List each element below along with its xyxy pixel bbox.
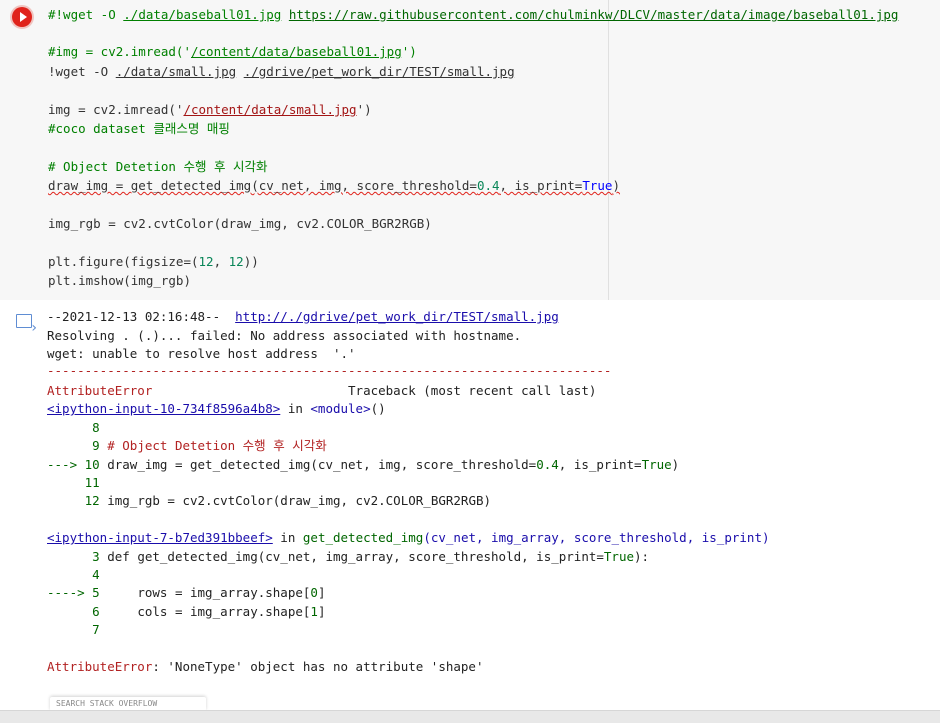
line-number: 8 xyxy=(47,420,100,435)
output-keyword: True xyxy=(603,549,635,564)
code-text: draw_img = get_detected_img(cv_net, img,… xyxy=(48,178,477,193)
code-path: ./data/small.jpg xyxy=(115,64,237,79)
code-cell: #!wget -O ./data/baseball01.jpg https://… xyxy=(0,0,940,300)
run-cell-icon[interactable] xyxy=(12,7,32,27)
output-text: ] xyxy=(317,585,326,600)
line-number: 6 xyxy=(47,604,100,619)
code-comment-line: #coco dataset 클래스명 매핑 xyxy=(48,121,230,136)
output-text: rows = img_array.shape[ xyxy=(99,585,311,600)
output-text: ] xyxy=(317,604,326,619)
output-text: def get_detected_img(cv_net, img_array, … xyxy=(99,549,604,564)
current-line-arrow: ---> 10 xyxy=(47,457,100,472)
code-line: plt.imshow(img_rgb) xyxy=(48,273,191,288)
code-text: )) xyxy=(243,254,259,269)
output-text: draw_img = get_detected_img(cv_net, img,… xyxy=(99,457,537,472)
output-line: Resolving . (.)... failed: No address as… xyxy=(47,328,522,343)
output-line: 12 img_rgb = cv2.cvtColor(draw_img, cv2.… xyxy=(47,492,491,510)
code-comment: #img = cv2.imread(' xyxy=(48,44,191,59)
output-comment: # Object Detetion 수행 후 시각화 xyxy=(99,438,327,453)
code-text: , xyxy=(213,254,229,269)
traceback-label: Traceback (most recent call last) xyxy=(152,383,597,398)
output-number: 1 xyxy=(310,604,318,619)
code-text: !wget -O xyxy=(48,64,116,79)
line-number: 11 xyxy=(47,475,100,490)
output-line: 3 def get_detected_img(cv_net, img_array… xyxy=(47,548,649,566)
code-text: img = cv2.imread(' xyxy=(48,102,184,117)
frame-args: (cv_net, img_array, score_threshold, is_… xyxy=(423,530,770,545)
output-text: img_rgb = cv2.cvtColor(draw_img, cv2.COL… xyxy=(99,493,492,508)
output-text: () xyxy=(370,401,386,416)
output-line: 9 # Object Detetion 수행 후 시각화 xyxy=(47,437,327,455)
code-number: 12 xyxy=(198,254,214,269)
output-keyword: True xyxy=(641,457,672,472)
code-text: ) xyxy=(612,178,620,193)
output-number: 0 xyxy=(310,585,318,600)
frame-module: <module> xyxy=(310,401,371,416)
traceback-frame: <ipython-input-7-b7ed391bbeef> in get_de… xyxy=(47,529,770,547)
line-number: 7 xyxy=(47,622,100,637)
code-line: !wget -O ./data/small.jpg ./gdrive/pet_w… xyxy=(48,63,515,81)
code-path: ./data/baseball01.jpg xyxy=(123,7,282,22)
error-name: AttributeError xyxy=(47,383,153,398)
code-text: plt.figure(figsize=( xyxy=(48,254,199,269)
code-path: ./gdrive/pet_work_dir/TEST/small.jpg xyxy=(243,64,515,79)
code-text: , is_print= xyxy=(499,178,583,193)
code-line-error: draw_img = get_detected_img(cv_net, img,… xyxy=(48,177,620,195)
error-name: AttributeError xyxy=(47,659,153,674)
output-number: 0.4 xyxy=(536,457,559,472)
code-line: #img = cv2.imread('/content/data/basebal… xyxy=(48,43,417,61)
code-comment-line: # Object Detetion 수행 후 시각화 xyxy=(48,159,268,174)
code-line: plt.figure(figsize=(12, 12)) xyxy=(48,253,259,271)
code-number: 0.4 xyxy=(476,178,500,193)
frame-file-link[interactable]: <ipython-input-7-b7ed391bbeef> xyxy=(47,530,273,545)
code-line: img = cv2.imread('/content/data/small.jp… xyxy=(48,101,372,119)
current-line-arrow: ----> 5 xyxy=(47,585,100,600)
output-line: 6 cols = img_array.shape[1] xyxy=(47,603,325,621)
line-number: 9 xyxy=(47,438,100,453)
line-number: 4 xyxy=(47,567,100,582)
code-comment: #!wget -O xyxy=(48,7,124,22)
output-text: , is_print= xyxy=(558,457,642,472)
output-line: --2021-12-13 02:16:48-- http://./gdrive/… xyxy=(47,308,559,326)
line-number: 3 xyxy=(47,549,100,564)
error-message: : 'NoneType' object has no attribute 'sh… xyxy=(152,659,484,674)
output-text: ): xyxy=(634,549,650,564)
code-path: /content/data/baseball01.jpg xyxy=(191,44,402,59)
output-line-current: ----> 5 rows = img_array.shape[0] xyxy=(47,584,325,602)
output-redirect-icon[interactable] xyxy=(16,314,37,336)
final-error-line: AttributeError: 'NoneType' object has no… xyxy=(47,658,484,676)
code-number: 12 xyxy=(228,254,244,269)
frame-function: get_detected_img xyxy=(302,530,424,545)
output-line-current: ---> 10 draw_img = get_detected_img(cv_n… xyxy=(47,456,679,474)
code-line: img_rgb = cv2.cvtColor(draw_img, cv2.COL… xyxy=(48,216,432,231)
output-line: wget: unable to resolve host address '.' xyxy=(47,346,356,361)
code-line: #!wget -O ./data/baseball01.jpg https://… xyxy=(48,6,898,24)
code-comment: ') xyxy=(401,44,417,59)
search-stack-overflow-button[interactable]: SEARCH STACK OVERFLOW xyxy=(50,697,206,711)
output-text: in xyxy=(280,401,311,416)
traceback-frame: <ipython-input-10-734f8596a4b8> in <modu… xyxy=(47,400,386,418)
output-link[interactable]: http://./gdrive/pet_work_dir/TEST/small.… xyxy=(235,309,559,324)
output-text: cols = img_array.shape[ xyxy=(99,604,311,619)
line-number: 12 xyxy=(47,493,100,508)
cell-output: --2021-12-13 02:16:48-- http://./gdrive/… xyxy=(0,300,940,722)
output-text: in xyxy=(272,530,303,545)
frame-file-link[interactable]: <ipython-input-10-734f8596a4b8> xyxy=(47,401,280,416)
output-divider: ----------------------------------------… xyxy=(47,363,612,378)
horizontal-scrollbar[interactable] xyxy=(0,710,940,723)
output-text: ) xyxy=(671,457,680,472)
code-text: ') xyxy=(356,102,372,117)
output-text: --2021-12-13 02:16:48-- xyxy=(47,309,236,324)
traceback-header: AttributeError Traceback (most recent ca… xyxy=(47,382,596,400)
code-string: /content/data/small.jpg xyxy=(183,102,357,117)
cell-gutter xyxy=(0,0,40,300)
code-url[interactable]: https://raw.githubusercontent.com/chulmi… xyxy=(289,7,899,22)
code-editor[interactable]: #!wget -O ./data/baseball01.jpg https://… xyxy=(40,0,898,300)
code-keyword: True xyxy=(582,178,613,193)
